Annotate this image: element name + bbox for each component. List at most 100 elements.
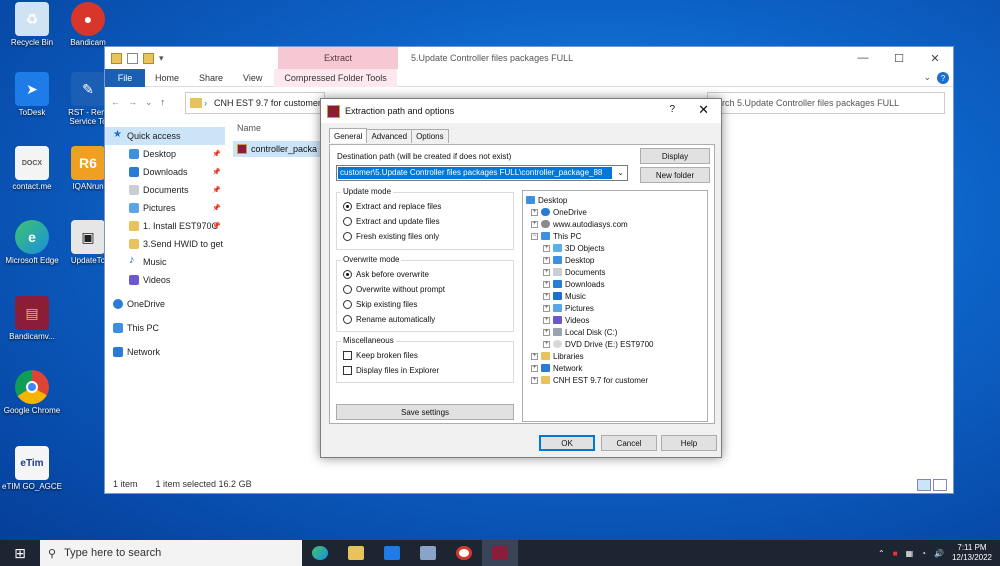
pin-icon[interactable]: 📌 — [212, 186, 221, 194]
chevron-down-icon[interactable]: ⌄ — [923, 72, 931, 83]
radio-button[interactable] — [343, 285, 352, 294]
tree-node-local-disk[interactable]: + Local Disk (C:) — [543, 326, 617, 338]
cancel-button[interactable]: Cancel — [601, 435, 657, 451]
expand-icon[interactable]: + — [543, 292, 550, 300]
expand-icon[interactable]: + — [531, 208, 538, 216]
help-icon[interactable]: ? — [937, 72, 949, 84]
pin-icon[interactable]: 📌 — [212, 168, 221, 176]
checkbox[interactable] — [343, 351, 352, 360]
tree-node-documents[interactable]: + Documents — [543, 266, 605, 278]
tree-node-music[interactable]: + Music — [543, 290, 586, 302]
tree-node-desktop[interactable]: Desktop — [526, 194, 567, 206]
radio-ask-before[interactable]: Ask before overwrite — [343, 270, 429, 279]
help-button[interactable]: Help — [661, 435, 717, 451]
nav-desktop[interactable]: Desktop 📌 — [105, 145, 225, 163]
search-input[interactable]: earch 5.Update Controller files packages… — [707, 92, 945, 114]
expand-icon[interactable]: + — [543, 328, 550, 336]
tab-compressed-folder-tools[interactable]: Compressed Folder Tools — [274, 68, 397, 87]
expand-icon[interactable]: + — [543, 304, 550, 312]
pin-icon[interactable]: 📌 — [212, 150, 221, 158]
nav-quick-access[interactable]: ★ Quick access — [105, 127, 225, 145]
todesk-taskbar-icon[interactable] — [374, 540, 410, 566]
tab-general[interactable]: General — [329, 128, 368, 143]
chevron-down-icon[interactable]: ⌄ — [617, 168, 624, 177]
column-header-name[interactable]: Name — [233, 123, 323, 133]
new-folder-button[interactable]: New folder — [640, 167, 710, 183]
tree-node-autodiasys[interactable]: + www.autodiasys.com — [531, 218, 628, 230]
nav-install-folder[interactable]: 1. Install EST970C 📌 — [105, 217, 225, 235]
nav-downloads[interactable]: Downloads 📌 — [105, 163, 225, 181]
minimize-icon[interactable]: — — [845, 47, 881, 69]
checkbox-display-in-explorer[interactable]: Display files in Explorer — [343, 366, 439, 375]
tab-share[interactable]: Share — [189, 73, 233, 83]
radio-button[interactable] — [343, 217, 352, 226]
address-bar[interactable]: › CNH EST 9.7 for customer — [185, 92, 325, 114]
tree-node-videos[interactable]: + Videos — [543, 314, 589, 326]
checkbox[interactable] — [343, 366, 352, 375]
radio-button[interactable] — [343, 232, 352, 241]
radio-button[interactable] — [343, 315, 352, 324]
edge-shortcut[interactable]: e Microsoft Edge — [2, 220, 62, 265]
nav-network[interactable]: Network — [105, 343, 225, 361]
radio-fresh-existing[interactable]: Fresh existing files only — [343, 232, 439, 241]
radio-skip-existing[interactable]: Skip existing files — [343, 300, 417, 309]
display-button[interactable]: Display — [640, 148, 710, 164]
winrar-taskbar-icon[interactable] — [482, 540, 518, 566]
expand-icon[interactable]: + — [531, 352, 538, 360]
chevron-down-icon[interactable]: ⌄ — [145, 97, 153, 108]
details-view-icon[interactable] — [917, 479, 931, 491]
collapse-icon[interactable]: − — [531, 232, 538, 240]
network-icon[interactable]: ◔ — [921, 549, 926, 558]
bandicam-taskbar-icon[interactable] — [446, 540, 482, 566]
checkbox-keep-broken[interactable]: Keep broken files — [343, 351, 418, 360]
tree-node-dvd-drive[interactable]: + DVD Drive (E:) EST9700 — [543, 338, 653, 350]
close-icon[interactable]: ✕ — [698, 102, 709, 118]
nav-music[interactable]: ♪ Music — [105, 253, 225, 271]
radio-button[interactable] — [343, 300, 352, 309]
recording-icon[interactable]: ■ — [893, 549, 898, 558]
edge-taskbar-icon[interactable] — [302, 540, 338, 566]
tab-options[interactable]: Options — [411, 129, 449, 143]
tab-home[interactable]: Home — [145, 73, 189, 83]
properties-icon[interactable] — [127, 52, 138, 64]
todesk-shortcut[interactable]: ➤ ToDesk — [2, 72, 62, 117]
tab-file[interactable]: File — [105, 68, 145, 87]
taskbar-search-input[interactable]: ⚲ Type here to search — [40, 540, 302, 566]
chrome-shortcut[interactable]: Google Chrome — [2, 370, 62, 415]
radio-overwrite-without-prompt[interactable]: Overwrite without prompt — [343, 285, 445, 294]
up-arrow-icon[interactable]: ↑ — [161, 97, 166, 107]
radio-extract-replace[interactable]: Extract and replace files — [343, 202, 441, 211]
list-item[interactable]: controller_packa — [233, 141, 323, 157]
radio-button[interactable] — [343, 202, 352, 211]
forward-arrow-icon[interactable]: → — [128, 97, 137, 107]
tab-advanced[interactable]: Advanced — [366, 129, 413, 143]
recycle-bin-shortcut[interactable]: ♻ Recycle Bin — [2, 2, 62, 47]
nav-pictures[interactable]: Pictures 📌 — [105, 199, 225, 217]
expand-icon[interactable]: + — [531, 364, 538, 372]
clock[interactable]: 7:11 PM 12/13/2022 — [952, 543, 992, 563]
nav-documents[interactable]: Documents 📌 — [105, 181, 225, 199]
tree-node-libraries[interactable]: + Libraries — [531, 350, 584, 362]
nav-this-pc[interactable]: This PC — [105, 319, 225, 337]
maximize-icon[interactable]: ☐ — [881, 47, 917, 69]
bandicam-installer-shortcut[interactable]: ▤ Bandicamv... — [2, 296, 62, 341]
nav-onedrive[interactable]: OneDrive — [105, 295, 225, 313]
nav-send-hwid-folder[interactable]: 3.Send HWID to get — [105, 235, 225, 253]
ok-button[interactable]: OK — [539, 435, 595, 451]
pin-icon[interactable]: 📌 — [212, 222, 221, 230]
expand-icon[interactable]: + — [543, 268, 550, 276]
expand-icon[interactable]: + — [543, 340, 550, 348]
close-icon[interactable]: ✕ — [917, 47, 953, 69]
tree-node-this-pc[interactable]: − This PC — [531, 230, 581, 242]
expand-icon[interactable]: + — [543, 280, 550, 288]
expand-icon[interactable]: + — [543, 244, 550, 252]
radio-button[interactable] — [343, 270, 352, 279]
destination-path-combobox[interactable]: customer\5.Update Controller files packa… — [336, 165, 628, 181]
windows-start-icon[interactable]: ⊞ — [0, 540, 40, 566]
folder-tree[interactable]: Desktop + OneDrive + www.autodiasys.com … — [522, 190, 708, 422]
tree-node-network[interactable]: + Network — [531, 362, 582, 374]
expand-icon[interactable]: + — [543, 256, 550, 264]
tree-node-cnh[interactable]: + CNH EST 9.7 for customer — [531, 374, 648, 386]
volume-icon[interactable]: 🔊 — [934, 549, 944, 558]
folder-icon[interactable] — [111, 52, 122, 64]
